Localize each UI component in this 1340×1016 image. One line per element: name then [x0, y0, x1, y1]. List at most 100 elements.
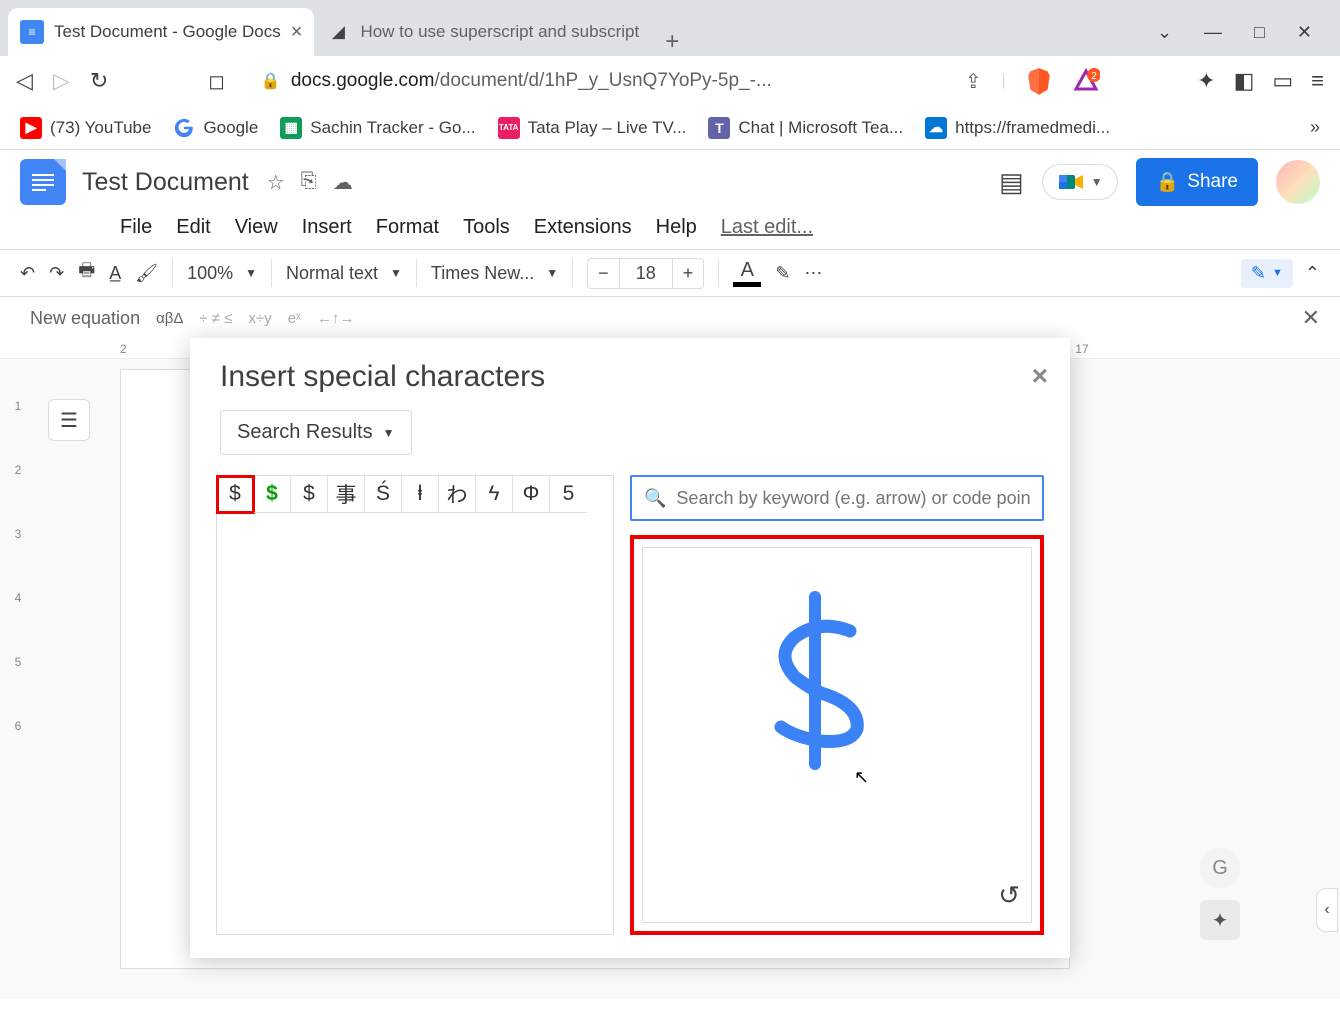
eq-rel[interactable]: x÷y — [248, 310, 271, 327]
increase-icon[interactable]: + — [673, 259, 704, 288]
cloud-status-icon[interactable]: ☁ — [333, 170, 353, 195]
maximize-icon[interactable]: □ — [1254, 22, 1265, 43]
font-size-stepper[interactable]: − 18 + — [587, 258, 704, 289]
grammarly-icon[interactable]: G — [1200, 848, 1240, 888]
menu-edit[interactable]: Edit — [176, 216, 210, 239]
close-dialog-icon[interactable]: × — [1032, 360, 1048, 392]
style-select[interactable]: Normal text ▼ — [286, 263, 402, 284]
reset-drawing-icon[interactable]: ↺ — [998, 880, 1020, 911]
spellcheck-icon[interactable]: A̲ — [109, 263, 121, 284]
zoom-select[interactable]: 100% ▼ — [187, 263, 257, 284]
chevron-down-icon: ▼ — [1091, 175, 1103, 189]
sidepanel-icon[interactable]: ◧ — [1234, 68, 1255, 94]
char-cell-cjk[interactable]: 事 — [328, 476, 365, 513]
close-equation-icon[interactable]: ✕ — [1302, 305, 1320, 331]
editing-mode-button[interactable]: ✎ ▼ — [1241, 259, 1293, 288]
eq-ops[interactable]: ÷ ≠ ≤ — [199, 310, 232, 327]
docs-logo[interactable] — [20, 159, 66, 205]
close-window-icon[interactable]: ✕ — [1297, 22, 1312, 43]
menu-format[interactable]: Format — [376, 216, 439, 239]
char-cell-dollar[interactable]: $ — [217, 476, 254, 513]
char-cell-koppa[interactable]: ϟ — [476, 476, 513, 513]
char-cell-stroke[interactable]: ⱡ — [402, 476, 439, 513]
brave-rewards-icon[interactable]: 2 — [1072, 67, 1100, 95]
document-title[interactable]: Test Document — [82, 168, 249, 197]
category-dropdown[interactable]: Search Results ▼ — [220, 410, 412, 455]
char-cell-phi[interactable]: Φ — [513, 476, 550, 513]
collapse-icon[interactable]: ⌃ — [1305, 263, 1320, 284]
bookmark-tata[interactable]: TATA Tata Play – Live TV... — [498, 117, 687, 139]
eq-greek[interactable]: αβΔ — [156, 310, 183, 327]
bookmark-sheets[interactable]: ▦ Sachin Tracker - Go... — [280, 117, 475, 139]
menu-view[interactable]: View — [235, 216, 278, 239]
chevron-down-icon: ▼ — [546, 266, 558, 280]
menu-bar: File Edit View Insert Format Tools Exten… — [20, 206, 1320, 249]
menu-tools[interactable]: Tools — [463, 216, 510, 239]
tab-active[interactable]: ≡ Test Document - Google Docs × — [8, 8, 314, 56]
bookmark-outline-icon[interactable]: ◻ — [208, 69, 225, 94]
highlight-icon[interactable]: ✎ — [775, 263, 790, 284]
menu-help[interactable]: Help — [656, 216, 697, 239]
tab-inactive[interactable]: ◢ How to use superscript and subscript — [314, 8, 651, 56]
font-size-value[interactable]: 18 — [619, 259, 673, 288]
menu-extensions[interactable]: Extensions — [534, 216, 632, 239]
menu-file[interactable]: File — [120, 216, 152, 239]
char-cell-wa[interactable]: わ — [439, 476, 476, 513]
move-icon[interactable]: ⎘ — [301, 170, 317, 195]
bookmark-teams[interactable]: T Chat | Microsoft Tea... — [708, 117, 903, 139]
undo-icon[interactable]: ↶ — [20, 263, 35, 284]
outline-button[interactable]: ☰ — [48, 399, 90, 441]
menu-insert[interactable]: Insert — [302, 216, 352, 239]
new-tab-button[interactable]: + — [651, 28, 693, 56]
menu-icon[interactable]: ≡ — [1311, 68, 1324, 94]
eq-arrows[interactable]: ←↑→ — [317, 310, 355, 327]
text-color-button[interactable]: A — [733, 259, 761, 287]
character-grid: $ $ $ 事 Ś ⱡ わ ϟ Φ 5 — [216, 475, 614, 935]
bookmark-google[interactable]: Google — [173, 117, 258, 139]
share-button[interactable]: 🔒 Share — [1136, 158, 1258, 206]
special-characters-dialog: Insert special characters × Search Resul… — [190, 338, 1070, 958]
share-url-icon[interactable]: ⇪ — [965, 69, 982, 94]
print-icon[interactable]: 🖶 — [78, 258, 95, 288]
explore-icon[interactable]: ✦ — [1200, 900, 1240, 940]
bookmark-onedrive[interactable]: ☁ https://framedmedi... — [925, 117, 1110, 139]
paint-format-icon[interactable]: 🖌 — [135, 263, 158, 284]
bookmarks-overflow-icon[interactable]: » — [1310, 117, 1320, 138]
chevron-down-icon: ▼ — [1272, 267, 1283, 279]
bookmarks-bar: ▶ (73) YouTube Google ▦ Sachin Tracker -… — [0, 106, 1340, 150]
new-equation-label[interactable]: New equation — [30, 308, 140, 329]
bookmark-youtube[interactable]: ▶ (73) YouTube — [20, 117, 151, 139]
vertical-ruler[interactable]: 1 2 3 4 5 6 — [8, 359, 28, 999]
url-bar[interactable]: 🔒 docs.google.com/document/d/1hP_y_UsnQ7… — [245, 61, 945, 101]
char-cell-five[interactable]: 5 — [550, 476, 587, 513]
eq-exp[interactable]: eˣ — [288, 310, 301, 327]
side-panel-toggle[interactable]: ‹ — [1316, 888, 1338, 932]
forward-icon[interactable]: ▷ — [53, 68, 70, 94]
more-icon[interactable]: ⋯ — [804, 263, 822, 284]
window-controls: ⌄ — □ ✕ — [1157, 8, 1332, 56]
search-input-container: 🔍 — [630, 475, 1044, 521]
char-cell-heavy-dollar[interactable]: $ — [254, 476, 291, 513]
svg-text:2: 2 — [1091, 71, 1097, 82]
last-edit-link[interactable]: Last edit... — [721, 216, 813, 239]
reload-icon[interactable]: ↻ — [90, 68, 108, 94]
wallet-icon[interactable]: ▭ — [1272, 68, 1293, 94]
tab-favicon-2: ◢ — [326, 20, 350, 44]
avatar[interactable] — [1276, 160, 1320, 204]
draw-character-area[interactable]: ↖ ↺ — [630, 535, 1044, 935]
redo-icon[interactable]: ↷ — [49, 263, 64, 284]
back-icon[interactable]: ◁ — [16, 68, 33, 94]
minimize-icon[interactable]: — — [1204, 22, 1222, 43]
comments-icon[interactable]: ▤ — [999, 167, 1024, 198]
star-icon[interactable]: ☆ — [267, 170, 285, 195]
close-icon[interactable]: × — [291, 21, 303, 44]
font-select[interactable]: Times New... ▼ — [431, 263, 558, 284]
char-cell-s-acute[interactable]: Ś — [365, 476, 402, 513]
char-cell-fullwidth-dollar[interactable]: $ — [291, 476, 328, 513]
decrease-icon[interactable]: − — [588, 259, 619, 288]
chevron-down-icon[interactable]: ⌄ — [1157, 22, 1172, 43]
search-input[interactable] — [676, 488, 1030, 509]
extensions-icon[interactable]: ✦ — [1197, 68, 1215, 94]
brave-shield-icon[interactable] — [1026, 66, 1052, 96]
meet-button[interactable]: ▼ — [1042, 164, 1118, 200]
